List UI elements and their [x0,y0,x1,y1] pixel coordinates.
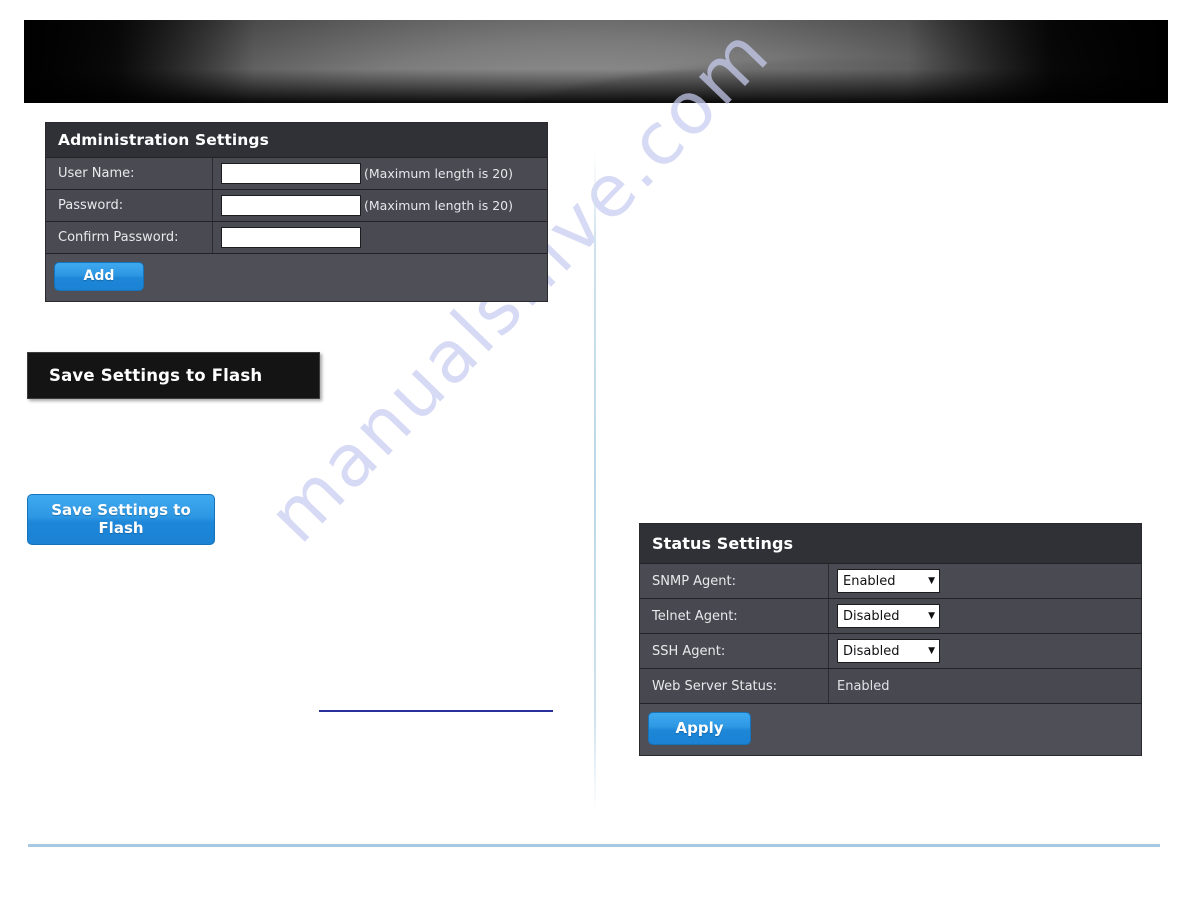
column-divider [594,152,596,812]
table-row: SNMP Agent: Enabled ▼ [640,564,1141,599]
add-button[interactable]: Add [54,262,144,291]
user-name-input[interactable] [221,163,361,184]
administration-settings-panel: Administration Settings User Name: (Maxi… [45,122,548,302]
status-panel-footer: Apply [640,704,1141,755]
table-row: Telnet Agent: Disabled ▼ [640,599,1141,634]
ssh-agent-value-cell: Disabled ▼ [829,634,1141,668]
table-row: User Name: (Maximum length is 20) [46,158,547,190]
web-server-status-label: Web Server Status: [640,669,829,703]
inline-divider-rule [319,710,553,712]
snmp-agent-select[interactable]: Enabled ▼ [837,569,940,593]
password-label: Password: [46,190,213,221]
page-footer-rule [28,844,1160,847]
confirm-password-label: Confirm Password: [46,222,213,253]
user-name-hint: (Maximum length is 20) [364,166,513,181]
telnet-agent-selected-value: Disabled [843,608,900,624]
table-row: SSH Agent: Disabled ▼ [640,634,1141,669]
save-settings-to-flash-button[interactable]: Save Settings to Flash [27,494,215,545]
password-input[interactable] [221,195,361,216]
ssh-agent-selected-value: Disabled [843,643,900,659]
telnet-agent-value-cell: Disabled ▼ [829,599,1141,633]
snmp-agent-label: SNMP Agent: [640,564,829,598]
snmp-agent-selected-value: Enabled [843,573,896,589]
product-header-banner [24,20,1168,103]
table-row: Confirm Password: [46,222,547,254]
chevron-down-icon: ▼ [928,645,935,656]
ssh-agent-label: SSH Agent: [640,634,829,668]
user-name-label: User Name: [46,158,213,189]
confirm-password-input[interactable] [221,227,361,248]
password-value-cell: (Maximum length is 20) [213,190,547,221]
table-row: Web Server Status: Enabled [640,669,1141,704]
ssh-agent-select[interactable]: Disabled ▼ [837,639,940,663]
chevron-down-icon: ▼ [928,575,935,586]
table-row: Password: (Maximum length is 20) [46,190,547,222]
apply-button[interactable]: Apply [648,712,751,745]
telnet-agent-select[interactable]: Disabled ▼ [837,604,940,628]
status-settings-panel: Status Settings SNMP Agent: Enabled ▼ Te… [639,523,1142,756]
save-settings-to-flash-section-label: Save Settings to Flash [49,366,263,385]
save-settings-to-flash-section-bar: Save Settings to Flash [27,352,320,399]
confirm-password-value-cell [213,222,547,253]
chevron-down-icon: ▼ [928,610,935,621]
telnet-agent-label: Telnet Agent: [640,599,829,633]
password-hint: (Maximum length is 20) [364,198,513,213]
web-server-status-value: Enabled [837,678,890,694]
administration-panel-footer: Add [46,254,547,301]
banner-bottom-shade [24,69,1168,103]
user-name-value-cell: (Maximum length is 20) [213,158,547,189]
administration-settings-title: Administration Settings [46,123,547,158]
snmp-agent-value-cell: Enabled ▼ [829,564,1141,598]
status-settings-title: Status Settings [640,524,1141,564]
